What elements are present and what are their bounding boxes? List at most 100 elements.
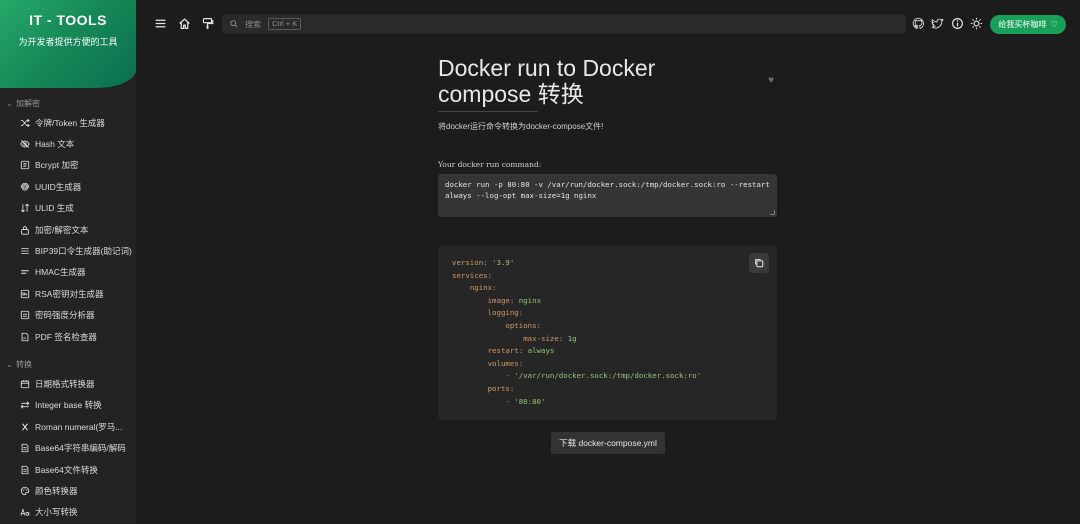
sidebar-item[interactable]: Bcrypt 加密: [0, 155, 136, 176]
sidebar-section-header[interactable]: ⌄ 加解密: [0, 94, 136, 112]
sidebar-item[interactable]: 密码强度分析器: [0, 305, 136, 326]
sidebar-item[interactable]: HMAC生成器: [0, 262, 136, 283]
home-icon[interactable]: [176, 15, 192, 31]
github-icon[interactable]: [910, 15, 926, 31]
lock-icon: [19, 224, 30, 235]
yaml-key: -: [505, 371, 515, 381]
yaml-value: '/var/run/docker.sock:/tmp/docker.sock:r…: [514, 371, 702, 381]
sidebar-item[interactable]: 日期格式转换器: [0, 373, 136, 394]
search-bar[interactable]: 搜索 Ctrl + K: [222, 14, 906, 34]
sidebar-item[interactable]: 颜色转换器: [0, 480, 136, 501]
yaml-key: services:: [452, 270, 493, 280]
code-line: options:: [452, 320, 763, 333]
theme-toggle-sun-icon[interactable]: [968, 15, 984, 31]
favorite-heart-icon[interactable]: ♥: [768, 75, 774, 86]
code-line: max-size: 1g: [452, 333, 763, 346]
sidebar-section-label: 转换: [16, 359, 32, 369]
sidebar-item[interactable]: Base64字符串编码/解码: [0, 437, 136, 458]
docker-run-command-input[interactable]: docker run -p 80:80 -v /var/run/docker.s…: [438, 174, 777, 217]
heart-icon: ♡: [1050, 20, 1058, 29]
compose-output-code: version: '3.9' services: nginx: image: ng…: [438, 245, 777, 420]
sidebar-item-label: 日期格式转换器: [35, 378, 95, 389]
resize-handle[interactable]: [770, 210, 775, 215]
sidebar-item[interactable]: PDF 签名检查器: [0, 326, 136, 347]
search-placeholder: 搜索: [245, 19, 261, 29]
sidebar-item[interactable]: RSA密钥对生成器: [0, 283, 136, 304]
yaml-value: '3.9': [492, 258, 515, 267]
hash-box-icon: [19, 160, 30, 171]
download-compose-button[interactable]: 下载 docker-compose.yml: [551, 432, 665, 454]
yaml-key: max-size:: [523, 333, 568, 343]
eye-off-icon: [19, 139, 30, 150]
sidebar-item[interactable]: Base64文件转换: [0, 459, 136, 480]
copy-button[interactable]: [749, 253, 769, 273]
sidebar-item-label: 颜色转换器: [35, 485, 78, 496]
yaml-value: always: [527, 346, 555, 356]
twitter-icon[interactable]: [929, 15, 945, 31]
command-input-label: Your docker run command:: [438, 160, 542, 169]
sidebar-item-label: ULID 生成: [35, 203, 74, 214]
sidebar-item[interactable]: ULID 生成: [0, 198, 136, 219]
key-box-icon: [19, 288, 30, 299]
brand-header[interactable]: IT - TOOLS 为开发者提供方便的工具: [0, 0, 136, 88]
sidebar-item[interactable]: 令牌/Token 生成器: [0, 112, 136, 133]
info-icon[interactable]: [949, 15, 965, 31]
code-line: - '/var/run/docker.sock:/tmp/docker.sock…: [452, 370, 763, 383]
fingerprint-icon: [19, 181, 30, 192]
short-text-icon: [19, 267, 30, 278]
buy-coffee-label: 给我买杯咖啡: [998, 20, 1047, 29]
sidebar-item-label: RSA密钥对生成器: [35, 288, 104, 299]
sort-arrows-icon: [19, 203, 30, 214]
sidebar-section-label: 加解密: [16, 98, 40, 108]
search-shortcut-hint: Ctrl + K: [268, 18, 302, 30]
sidebar-item[interactable]: Integer base 转换: [0, 395, 136, 416]
sidebar-item[interactable]: 大小写转换: [0, 502, 136, 523]
search-icon: [230, 20, 238, 28]
code-line: ports:: [452, 383, 763, 396]
yaml-key: version:: [452, 258, 493, 267]
code-line: restart: always: [452, 345, 763, 358]
tool-panel: Docker run to Docker compose 转换 ♥ 将docke…: [438, 55, 778, 454]
sidebar-item[interactable]: 加密/解密文本: [0, 219, 136, 240]
code-line: version: '3.9': [452, 257, 763, 270]
yaml-key: logging:: [487, 308, 524, 318]
title-divider: [438, 111, 538, 112]
app-title: IT - TOOLS: [29, 12, 107, 28]
tool-description: 将docker运行命令转换为docker-compose文件!: [438, 122, 604, 131]
sidebar-item[interactable]: UUID生成器: [0, 176, 136, 197]
sidebar-item[interactable]: Hash 文本: [0, 133, 136, 154]
code-line: nginx:: [452, 282, 763, 295]
swap-icon: [19, 400, 30, 411]
sidebar-item[interactable]: Roman numeral(罗马...: [0, 416, 136, 437]
sidebar-item[interactable]: BIP39口令生成器(助记词): [0, 240, 136, 261]
yaml-value: '80:80': [514, 396, 546, 406]
yaml-key: image:: [487, 295, 519, 305]
sidebar-item-label: PDF 签名检查器: [35, 331, 97, 342]
list-icon: [19, 246, 30, 257]
calendar-icon: [19, 378, 30, 389]
sidebar-item-label: 令牌/Token 生成器: [35, 117, 105, 128]
page-title: Docker run to Docker compose 转换: [438, 55, 656, 107]
shuffle-icon: [19, 117, 30, 128]
letter-x-icon: [19, 421, 30, 432]
chevron-down-icon: ⌄: [6, 359, 13, 369]
sidebar-item-label: 加密/解密文本: [35, 224, 89, 235]
brush-icon[interactable]: [199, 15, 215, 31]
sidebar-item-label: Base64文件转换: [35, 464, 98, 475]
menu-icon[interactable]: [152, 15, 168, 31]
yaml-key: ports:: [487, 383, 515, 393]
sidebar-item-label: HMAC生成器: [35, 267, 86, 278]
buy-coffee-button[interactable]: 给我买杯咖啡 ♡: [990, 15, 1066, 34]
code-lines: version: '3.9' services: nginx: image: ng…: [452, 257, 763, 408]
sidebar-section-header[interactable]: ⌄ 转换: [0, 355, 136, 373]
sidebar-item-label: Base64字符串编码/解码: [35, 443, 126, 454]
yaml-value: nginx: [518, 295, 542, 305]
title-row: Docker run to Docker compose 转换 ♥: [438, 55, 778, 107]
